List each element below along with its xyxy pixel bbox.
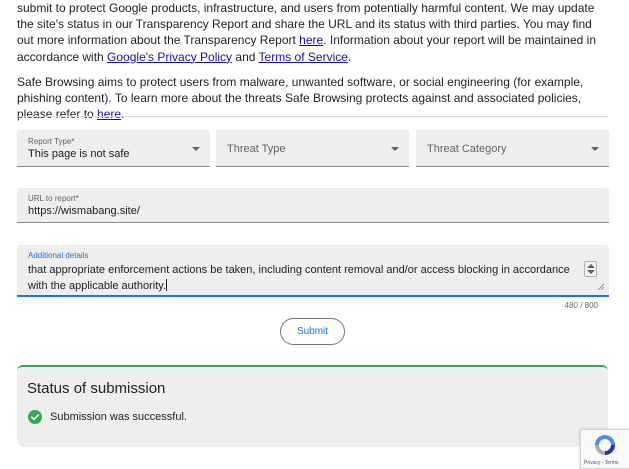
intro-period: . — [347, 49, 352, 64]
report-type-label: Report Type* — [28, 137, 75, 146]
text-cursor — [166, 279, 167, 291]
scroll-down-icon[interactable] — [587, 270, 595, 274]
check-circle-icon — [28, 410, 42, 424]
additional-details-label: Additional details — [28, 251, 89, 260]
scroll-up-icon[interactable] — [587, 264, 595, 268]
threat-category-placeholder: Threat Category — [427, 143, 507, 155]
threat-type-select[interactable]: Threat Type — [216, 130, 409, 167]
url-to-report-field[interactable]: URL to report* https://wismabang.site/ — [17, 188, 609, 223]
threat-type-placeholder: Threat Type — [227, 143, 286, 155]
submit-button[interactable]: Submit — [280, 318, 345, 345]
recaptcha-links[interactable]: Privacy - Terms — [584, 460, 618, 466]
safe-browsing-period: . — [121, 107, 125, 122]
intro-paragraph: submit to protect Google products, infra… — [17, 0, 607, 65]
report-type-value: This page is not safe — [28, 148, 130, 160]
url-field-value[interactable]: https://wismabang.site/ — [28, 205, 140, 217]
transparency-report-link[interactable]: here — [299, 33, 323, 47]
threats-policies-link[interactable]: here — [97, 107, 121, 121]
report-type-select[interactable]: Report Type* This page is not safe — [17, 130, 210, 167]
intro-and-text: and — [232, 49, 259, 64]
recaptcha-badge[interactable]: Privacy - Terms — [580, 429, 629, 469]
status-row: Submission was successful. — [28, 409, 187, 425]
additional-details-textarea[interactable]: Additional details that appropriate enfo… — [17, 245, 609, 297]
threat-category-select[interactable]: Threat Category — [416, 130, 609, 167]
dropdown-arrow-icon — [192, 147, 200, 151]
terms-of-service-link[interactable]: Terms of Service — [259, 50, 348, 64]
textarea-scroll-arrows[interactable] — [584, 261, 597, 277]
status-message: Submission was successful. — [50, 411, 187, 423]
status-title: Status of submission — [27, 380, 166, 397]
dropdown-arrow-icon — [591, 147, 599, 151]
additional-details-text: that appropriate enforcement actions be … — [28, 264, 570, 292]
status-card: Status of submission Submission was succ… — [17, 365, 608, 447]
url-field-label: URL to report* — [28, 194, 79, 203]
additional-details-content[interactable]: that appropriate enforcement actions be … — [28, 262, 573, 294]
section-divider — [17, 116, 608, 117]
dropdown-arrow-icon — [391, 147, 399, 151]
recaptcha-logo-icon — [595, 435, 615, 455]
privacy-policy-link[interactable]: Google's Privacy Policy — [107, 50, 232, 64]
resize-handle-icon[interactable] — [597, 283, 605, 291]
character-counter: 480 / 800 — [564, 301, 598, 310]
